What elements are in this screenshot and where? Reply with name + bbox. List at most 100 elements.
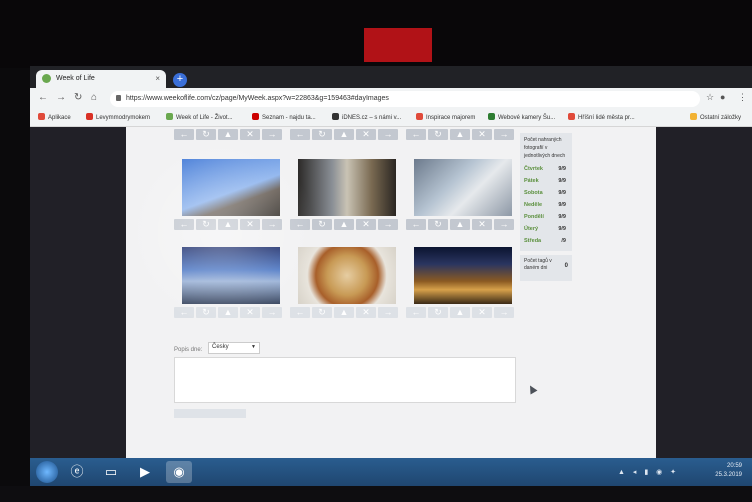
move-right-icon[interactable]: →	[378, 307, 398, 318]
delete-icon[interactable]: ✕	[472, 129, 492, 140]
ie-icon[interactable]: ⓔ	[64, 461, 90, 483]
bookmark-item[interactable]: Week of Life - Život...	[166, 113, 233, 121]
start-button[interactable]	[36, 461, 58, 483]
delete-icon[interactable]: ✕	[356, 307, 376, 318]
media-player-icon[interactable]: ▶	[132, 461, 158, 483]
rotate-icon[interactable]: ↻	[428, 129, 448, 140]
move-up-icon[interactable]: ▲	[218, 307, 238, 318]
move-left-icon[interactable]: ←	[406, 219, 426, 230]
rotate-icon[interactable]: ↻	[312, 219, 332, 230]
chrome-icon[interactable]: ◉	[166, 461, 192, 483]
url-text: https://www.weekoflife.com/cz/page/MyWee…	[126, 95, 389, 102]
move-left-icon[interactable]: ←	[406, 307, 426, 318]
delete-icon[interactable]: ✕	[240, 129, 260, 140]
day-name[interactable]: Středa	[524, 238, 541, 244]
delete-icon[interactable]: ✕	[472, 219, 492, 230]
page-viewport: ← ↻ ▲ ✕ → ← ↻ ▲ ✕ → ← ↻ ▲ ✕ → ← ↻ ▲ ✕ → …	[30, 127, 752, 458]
bookmark-item[interactable]: Inspirace majorem	[416, 113, 475, 121]
browser-tab[interactable]: Week of Life ×	[36, 70, 166, 88]
clock[interactable]: 20:59 25.3.2019	[715, 462, 742, 480]
taskbar: ⓔ ▭ ▶ ◉ ▲ ◂ ▮ ◉ ✦ 20:59 25.3.2019	[30, 458, 752, 486]
explorer-icon[interactable]: ▭	[98, 461, 124, 483]
move-right-icon[interactable]: →	[262, 219, 282, 230]
bookmark-other[interactable]: Ostatní záložky	[690, 113, 741, 121]
move-left-icon[interactable]: ←	[290, 307, 310, 318]
bookmark-icon	[488, 113, 495, 120]
bookmark-item[interactable]: Hříšní lidé města pr...	[568, 113, 635, 121]
home-icon[interactable]: ⌂	[91, 92, 97, 103]
address-bar[interactable]: https://www.weekoflife.com/cz/page/MyWee…	[110, 91, 700, 107]
tab-close-icon[interactable]: ×	[155, 74, 160, 83]
day-name[interactable]: Pátek	[524, 178, 539, 184]
rotate-icon[interactable]: ↻	[196, 219, 216, 230]
menu-icon[interactable]: ⋮	[738, 92, 747, 103]
move-right-icon[interactable]: →	[262, 307, 282, 318]
rotate-icon[interactable]: ↻	[428, 307, 448, 318]
move-right-icon[interactable]: →	[378, 219, 398, 230]
rotate-icon[interactable]: ↻	[196, 129, 216, 140]
move-left-icon[interactable]: ←	[174, 307, 194, 318]
delete-icon[interactable]: ✕	[356, 129, 376, 140]
move-left-icon[interactable]: ←	[290, 219, 310, 230]
bookmark-icon	[252, 113, 259, 120]
move-right-icon[interactable]: →	[494, 129, 514, 140]
rotate-icon[interactable]: ↻	[312, 307, 332, 318]
move-up-icon[interactable]: ▲	[450, 129, 470, 140]
day-name[interactable]: Pondělí	[524, 214, 544, 220]
move-right-icon[interactable]: →	[262, 129, 282, 140]
bookmark-item[interactable]: Levymmodrymokem	[86, 113, 150, 121]
delete-icon[interactable]: ✕	[240, 307, 260, 318]
rotate-icon[interactable]: ↻	[196, 307, 216, 318]
photo-thumbnail[interactable]	[298, 159, 396, 216]
bookmark-label: Week of Life - Život...	[176, 115, 233, 121]
move-left-icon[interactable]: ←	[174, 219, 194, 230]
tag-count-panel: Počet tagů v daném dni 0	[520, 255, 572, 281]
lock-icon	[116, 95, 121, 101]
bookmark-icon	[166, 113, 173, 120]
bookmark-item[interactable]: Seznam - najdu ta...	[252, 113, 316, 121]
delete-icon[interactable]: ✕	[472, 307, 492, 318]
bookmark-item[interactable]: iDNES.cz – s námi v...	[332, 113, 401, 121]
delete-icon[interactable]: ✕	[356, 219, 376, 230]
profile-icon[interactable]: ●	[720, 92, 725, 102]
move-left-icon[interactable]: ←	[406, 129, 426, 140]
move-up-icon[interactable]: ▲	[334, 307, 354, 318]
rotate-icon[interactable]: ↻	[428, 219, 448, 230]
tray-icons[interactable]: ▲ ◂ ▮ ◉ ✦	[618, 468, 679, 476]
bookmark-icon	[86, 113, 93, 120]
bookmark-apps[interactable]: Aplikace	[38, 113, 71, 121]
move-left-icon[interactable]: ←	[174, 129, 194, 140]
photo-thumbnail[interactable]	[414, 159, 512, 216]
star-icon[interactable]: ☆	[706, 92, 714, 103]
save-button[interactable]	[174, 409, 246, 418]
tab-title: Week of Life	[56, 75, 95, 82]
day-name[interactable]: Neděle	[524, 202, 542, 208]
move-right-icon[interactable]: →	[494, 307, 514, 318]
move-right-icon[interactable]: →	[378, 129, 398, 140]
move-up-icon[interactable]: ▲	[334, 219, 354, 230]
move-up-icon[interactable]: ▲	[450, 307, 470, 318]
day-name[interactable]: Úterý	[524, 226, 538, 232]
move-left-icon[interactable]: ←	[290, 129, 310, 140]
new-tab-button[interactable]: +	[173, 73, 187, 87]
move-up-icon[interactable]: ▲	[218, 219, 238, 230]
day-name[interactable]: Čtvrtek	[524, 166, 543, 172]
description-textarea[interactable]	[174, 357, 516, 403]
photo-thumbnail[interactable]	[182, 159, 280, 216]
delete-icon[interactable]: ✕	[240, 219, 260, 230]
forward-arrow-icon[interactable]: →	[56, 92, 66, 103]
photo-thumbnail[interactable]	[182, 247, 280, 304]
language-select[interactable]: Česky ▼	[208, 342, 260, 354]
back-arrow-icon[interactable]: ←	[38, 92, 48, 103]
day-count-row: Středa/9	[524, 238, 570, 249]
move-up-icon[interactable]: ▲	[334, 129, 354, 140]
move-up-icon[interactable]: ▲	[218, 129, 238, 140]
rotate-icon[interactable]: ↻	[312, 129, 332, 140]
move-right-icon[interactable]: →	[494, 219, 514, 230]
move-up-icon[interactable]: ▲	[450, 219, 470, 230]
reload-icon[interactable]: ↻	[74, 92, 82, 103]
photo-thumbnail[interactable]	[298, 247, 396, 304]
day-name[interactable]: Sobota	[524, 190, 543, 196]
bookmark-item[interactable]: Webové kamery Šu...	[488, 113, 555, 121]
photo-thumbnail[interactable]	[414, 247, 512, 304]
